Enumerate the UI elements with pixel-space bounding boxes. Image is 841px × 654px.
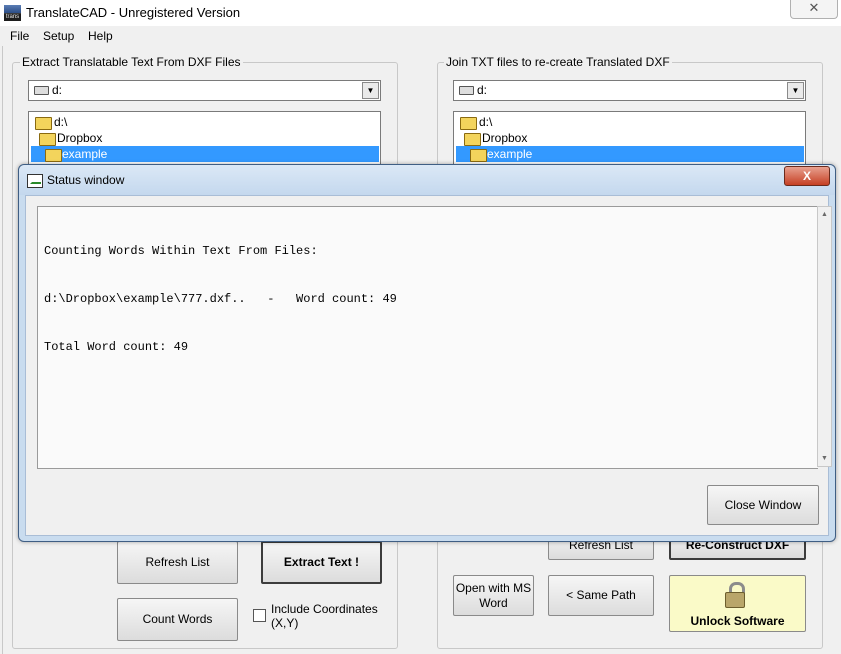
status-window-title: Status window [47,173,125,187]
title-bar: trans TranslateCAD - Unregistered Versio… [0,0,841,26]
count-words-button[interactable]: Count Words [117,598,238,641]
app-icon: trans [4,5,21,21]
folder-item-dropbox[interactable]: Dropbox [464,130,794,146]
menu-help[interactable]: Help [88,29,113,43]
folder-item-example[interactable]: example [31,146,379,162]
open-ms-word-button[interactable]: Open with MS Word [453,575,534,616]
folder-open-icon [464,133,481,146]
status-window-icon [27,174,43,188]
status-line: Counting Words Within Text From Files: [44,244,318,258]
refresh-list-button[interactable]: Refresh List [117,541,238,584]
folder-item-example[interactable]: example [456,146,804,162]
scroll-down-icon[interactable]: ▼ [818,452,831,465]
join-group-title: Join TXT files to re-create Translated D… [444,55,672,69]
folder-item-root[interactable]: d:\ [458,114,798,130]
drive-icon [459,86,474,95]
window-title: TranslateCAD - Unregistered Version [26,5,241,20]
status-line: Total Word count: 49 [44,340,189,354]
close-window-button[interactable]: Close Window [707,485,819,525]
folder-open-icon [470,149,487,162]
include-coordinates-checkbox[interactable] [253,609,266,622]
unlock-software-button[interactable]: Unlock Software [669,575,806,632]
folder-open-icon [460,117,477,130]
status-client-area: Counting Words Within Text From Files: d… [25,195,832,536]
right-drive-select[interactable]: d: ▼ [453,80,806,101]
window-edge [2,46,3,654]
right-drive-value: d: [477,83,488,97]
folder-item-root[interactable]: d:\ [33,114,373,130]
status-line: d:\Dropbox\example\777.dxf.. - Word coun… [44,292,397,306]
status-window: Status window X Counting Words Within Te… [18,164,836,542]
menu-setup[interactable]: Setup [43,29,74,43]
left-drive-select[interactable]: d: ▼ [28,80,381,101]
vertical-scrollbar[interactable]: ▲ ▼ [817,206,832,467]
menu-bar: File Setup Help [0,27,841,46]
folder-item-dropbox[interactable]: Dropbox [39,130,369,146]
status-lines: Counting Words Within Text From Files: d… [44,211,397,387]
close-icon[interactable]: ✕ [790,0,838,19]
chevron-down-icon[interactable]: ▼ [362,82,379,99]
drive-icon [34,86,49,95]
folder-open-icon [39,133,56,146]
close-icon[interactable]: X [784,166,830,186]
lock-body [725,592,745,608]
scroll-up-icon[interactable]: ▲ [818,208,831,221]
extract-group-title: Extract Translatable Text From DXF Files [20,55,243,69]
left-folder-list[interactable]: d:\ Dropbox example [28,111,381,165]
status-output[interactable]: Counting Words Within Text From Files: d… [37,206,818,469]
folder-open-icon [35,117,52,130]
status-title-bar: Status window X [19,165,835,195]
menu-file[interactable]: File [10,29,29,43]
chevron-down-icon[interactable]: ▼ [787,82,804,99]
right-folder-list[interactable]: d:\ Dropbox example [453,111,806,165]
unlock-label: Unlock Software [690,614,785,628]
same-path-button[interactable]: < Same Path [548,575,654,616]
include-coordinates-label: Include Coordinates (X,Y) [271,602,378,630]
folder-open-icon [45,149,62,162]
left-drive-value: d: [52,83,63,97]
extract-text-button[interactable]: Extract Text ! [261,541,382,584]
